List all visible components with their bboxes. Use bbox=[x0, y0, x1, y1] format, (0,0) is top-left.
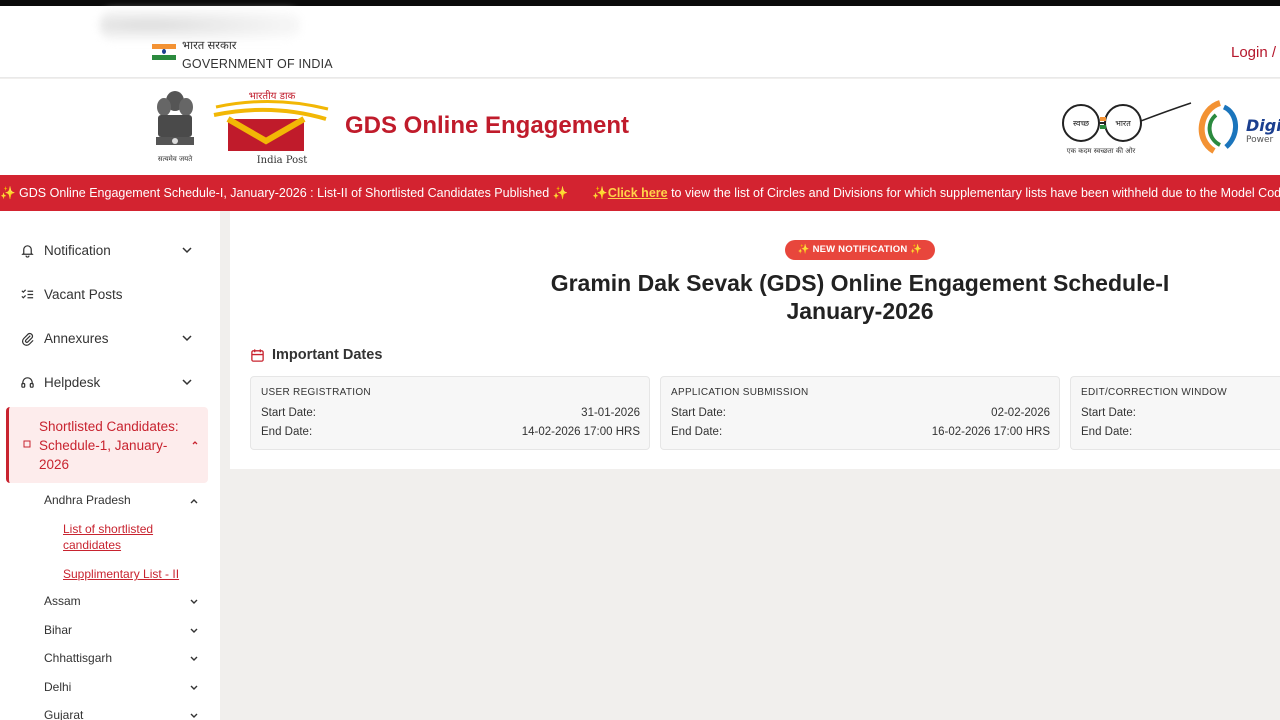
chevron-down-icon bbox=[182, 335, 192, 342]
page-title-line-2: January-2026 bbox=[786, 298, 934, 324]
ticker-click-here-link[interactable]: Click here bbox=[608, 186, 668, 200]
end-date-label: End Date: bbox=[671, 426, 723, 438]
chevron-up-icon bbox=[190, 499, 198, 504]
chevron-down-icon bbox=[190, 599, 198, 604]
page-title: Gramin Dak Sevak (GDS) Online Engagement… bbox=[510, 269, 1210, 325]
site-title: GDS Online Engagement bbox=[345, 112, 630, 139]
digital-top-text: Digi bbox=[1246, 116, 1280, 135]
main-content: ✨ NEW NOTIFICATION ✨ Gramin Dak Sevak (G… bbox=[230, 211, 1280, 469]
end-date-value: 16-02-2026 17:00 HRS bbox=[931, 426, 1050, 438]
ticker-sparkle: ✨ bbox=[592, 186, 608, 200]
date-card-edit-correction-window: EDIT/CORRECTION WINDOW Start Date: End D… bbox=[1070, 376, 1280, 450]
government-bar: भारत सरकार GOVERNMENT OF INDIA Login / bbox=[0, 6, 1280, 78]
state-label: Gujarat bbox=[44, 708, 84, 720]
swachh-left-text: स्वच्छ bbox=[1073, 119, 1090, 128]
chevron-down-icon bbox=[190, 656, 198, 661]
headset-icon bbox=[18, 373, 36, 391]
end-date-label: End Date: bbox=[1081, 426, 1133, 438]
supplementary-list-link[interactable]: Supplimentary List - II bbox=[63, 566, 203, 582]
government-english: GOVERNMENT OF INDIA bbox=[182, 57, 333, 71]
state-delhi[interactable]: Delhi bbox=[44, 680, 204, 698]
swachh-right-text: भारत bbox=[1115, 119, 1131, 128]
sidebar-item-label: Vacant Posts bbox=[44, 286, 123, 302]
start-date-label: Start Date: bbox=[1081, 407, 1136, 419]
sidebar: Notification Vacant Posts Annexures Help… bbox=[0, 211, 220, 720]
sidebar-item-shortlisted-candidates[interactable]: Shortlisted Candidates: Schedule-1, Janu… bbox=[6, 407, 208, 483]
bell-icon bbox=[18, 241, 36, 259]
card-heading: USER REGISTRATION bbox=[261, 387, 371, 398]
important-dates-heading: Important Dates bbox=[250, 347, 382, 363]
sidebar-item-annexures[interactable]: Annexures bbox=[18, 326, 198, 350]
checklist-icon bbox=[18, 285, 36, 303]
government-hindi: भारत सरकार bbox=[182, 40, 237, 52]
list-of-shortlisted-candidates-link[interactable]: List of shortlisted candidates bbox=[63, 521, 183, 553]
date-card-application-submission: APPLICATION SUBMISSION Start Date: 02-02… bbox=[660, 376, 1060, 450]
chevron-down-icon bbox=[182, 247, 192, 254]
start-date-value: 31-01-2026 bbox=[581, 407, 640, 419]
blurred-logo bbox=[100, 10, 300, 40]
start-date-label: Start Date: bbox=[671, 407, 726, 419]
state-chhattisgarh[interactable]: Chhattisgarh bbox=[44, 651, 204, 669]
chevron-down-icon bbox=[182, 379, 192, 386]
digital-india-logo: Digi Power bbox=[1198, 100, 1280, 154]
chevron-down-icon bbox=[190, 685, 198, 690]
start-date-label: Start Date: bbox=[261, 407, 316, 419]
ticker-item-2: to view the list of Circles and Division… bbox=[671, 186, 1280, 200]
calendar-icon bbox=[251, 348, 264, 362]
sidebar-item-vacant-posts[interactable]: Vacant Posts bbox=[18, 282, 198, 306]
sidebar-item-label: Annexures bbox=[44, 330, 109, 346]
swachh-bharat-logo: स्वच्छ भारत एक कदम स्वच्छता की ओर bbox=[1062, 102, 1192, 155]
date-card-user-registration: USER REGISTRATION Start Date: 31-01-2026… bbox=[250, 376, 650, 450]
state-label: Bihar bbox=[44, 623, 73, 637]
site-header: सत्यमेव जयते भारतीय डाक India Post GDS O… bbox=[0, 79, 1280, 175]
state-label: Chhattisgarh bbox=[44, 651, 113, 665]
chevron-down-icon bbox=[190, 628, 198, 633]
state-assam[interactable]: Assam bbox=[44, 594, 204, 612]
state-label: Andhra Pradesh bbox=[44, 493, 131, 507]
chevron-up-icon bbox=[192, 441, 198, 445]
india-post-english: India Post bbox=[257, 155, 308, 166]
end-date-label: End Date: bbox=[261, 426, 313, 438]
emblem-caption: सत्यमेव जयते bbox=[158, 154, 193, 163]
government-text: भारत सरकार GOVERNMENT OF INDIA bbox=[182, 37, 333, 73]
login-link[interactable]: Login / bbox=[1231, 44, 1276, 61]
india-post-logo: भारतीय डाक India Post bbox=[213, 90, 329, 166]
india-flag-icon bbox=[152, 44, 176, 60]
card-heading: APPLICATION SUBMISSION bbox=[671, 387, 809, 398]
end-date-value: 14-02-2026 17:00 HRS bbox=[521, 426, 640, 438]
card-heading: EDIT/CORRECTION WINDOW bbox=[1081, 387, 1228, 398]
news-ticker: ✨ GDS Online Engagement Schedule-I, Janu… bbox=[0, 175, 1280, 211]
state-label: Assam bbox=[44, 594, 81, 608]
state-gujarat[interactable]: Gujarat bbox=[44, 708, 204, 720]
digital-bottom-text: Power bbox=[1246, 135, 1274, 145]
start-date-value: 02-02-2026 bbox=[991, 407, 1050, 419]
new-notification-badge[interactable]: ✨ NEW NOTIFICATION ✨ bbox=[785, 240, 935, 260]
state-andhra-pradesh[interactable]: Andhra Pradesh bbox=[44, 493, 204, 511]
sidebar-active-label: Shortlisted Candidates: Schedule-1, Janu… bbox=[39, 419, 179, 472]
sidebar-item-helpdesk[interactable]: Helpdesk bbox=[18, 370, 198, 394]
page-title-line-1: Gramin Dak Sevak (GDS) Online Engagement… bbox=[550, 270, 1170, 296]
list-bullet-icon bbox=[23, 440, 31, 448]
paperclip-icon bbox=[18, 329, 36, 347]
chevron-down-icon bbox=[190, 713, 198, 718]
state-label: Delhi bbox=[44, 680, 72, 694]
sidebar-item-label: Helpdesk bbox=[44, 374, 101, 390]
state-emblem-icon: सत्यमेव जयते bbox=[156, 91, 194, 163]
section-title: Important Dates bbox=[272, 347, 383, 363]
swachh-caption: एक कदम स्वच्छता की ओर bbox=[1067, 146, 1136, 155]
ticker-item-1: ✨ GDS Online Engagement Schedule-I, Janu… bbox=[0, 186, 569, 200]
sidebar-item-notification[interactable]: Notification bbox=[18, 238, 198, 262]
sidebar-item-label: Notification bbox=[44, 242, 111, 258]
state-bihar[interactable]: Bihar bbox=[44, 623, 204, 641]
